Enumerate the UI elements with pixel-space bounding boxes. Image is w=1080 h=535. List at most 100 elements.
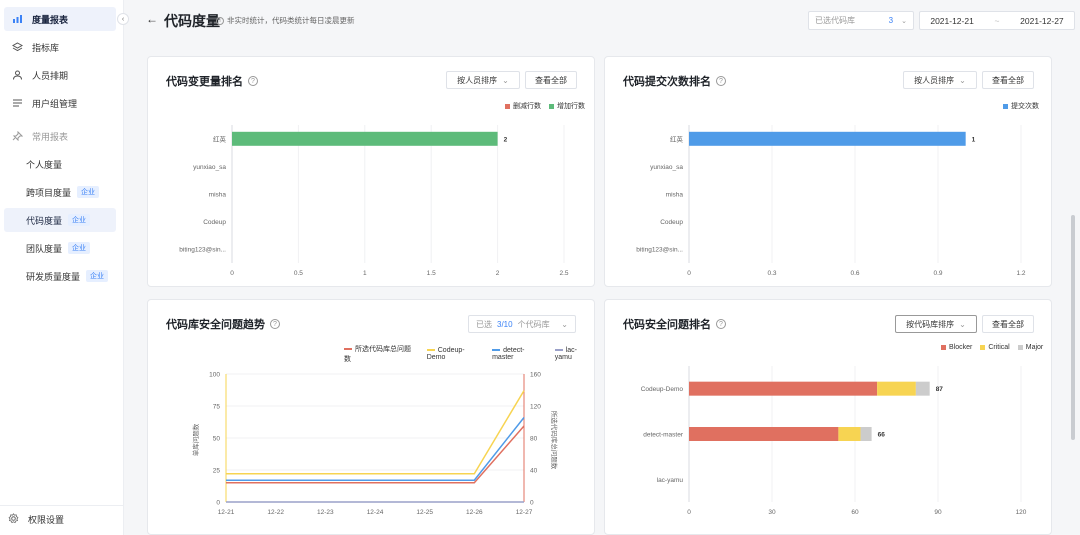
top-bar: ← 代码度量 i 非实时统计，代码类统计每日凌晨更新 已选代码库 3 ⌄ 202… bbox=[124, 0, 1080, 40]
x-tick-label: 0.5 bbox=[294, 270, 303, 277]
x-tick-label: 90 bbox=[934, 509, 942, 516]
sidebar-item-user-group[interactable]: 用户组管理 bbox=[4, 91, 116, 115]
security-ranking-card: 代码安全问题排名 ? 按代码库排序 ⌄ 查看全部 Blocker Critica… bbox=[604, 299, 1052, 535]
bar-Major bbox=[860, 427, 872, 441]
y-category-label: Codeup bbox=[203, 219, 226, 226]
y-category-label: yunxiao_sa bbox=[193, 164, 226, 171]
sidebar-item-metrics-report[interactable]: 度量报表 bbox=[4, 7, 116, 31]
data-label: 87 bbox=[936, 386, 944, 393]
date-end: 2021-12-27 bbox=[1020, 15, 1064, 26]
x-tick-label: 0.6 bbox=[850, 270, 859, 277]
x-tick-label: 12-23 bbox=[317, 509, 334, 516]
sidebar-item-label: 个人度量 bbox=[26, 159, 63, 170]
sidebar-item-label: 度量报表 bbox=[32, 14, 69, 25]
layers-icon bbox=[8, 42, 26, 52]
bar-Blocker bbox=[689, 381, 878, 396]
enterprise-badge: 企业 bbox=[86, 270, 109, 282]
arrow-left-icon[interactable]: ← bbox=[146, 12, 158, 26]
pin-icon bbox=[8, 131, 26, 141]
x-tick-label: 0 bbox=[687, 509, 691, 516]
x-tick-label: 12-25 bbox=[416, 509, 433, 516]
y-category-label: Codeup bbox=[660, 219, 683, 226]
security-trend-card: 代码库安全问题趋势 ? 已选 3/10 个代码库 ⌄ 所选代码库总问题数 Cod… bbox=[147, 299, 595, 535]
sidebar-sub-item-personal[interactable]: 个人度量 bbox=[4, 152, 116, 176]
repo-select-placeholder: 已选代码库 bbox=[815, 16, 855, 25]
sidebar-sub-item-code[interactable]: 代码度量 企业 bbox=[4, 208, 116, 232]
y-left-tick-label: 75 bbox=[213, 404, 221, 411]
section-label: 常用报表 bbox=[32, 131, 69, 142]
info-icon: i bbox=[216, 16, 224, 25]
sidebar-item-label: 代码度量 bbox=[26, 215, 63, 226]
page-note-text: 非实时统计，代码类统计每日凌晨更新 bbox=[227, 16, 355, 25]
x-tick-label: 30 bbox=[768, 509, 776, 516]
bar-Major bbox=[915, 381, 930, 396]
y-category-label: lac-yamu bbox=[657, 477, 684, 484]
sidebar-item-indicator-library[interactable]: 指标库 bbox=[4, 35, 116, 59]
sidebar-section-frequent-reports: 常用报表 bbox=[4, 124, 116, 148]
page-title: 代码度量 bbox=[164, 13, 220, 29]
bar-Blocker bbox=[689, 427, 839, 441]
x-tick-label: 1.2 bbox=[1016, 270, 1025, 277]
scrollbar[interactable] bbox=[1071, 215, 1075, 440]
bar-Critical bbox=[838, 427, 861, 441]
y-left-tick-label: 25 bbox=[213, 468, 221, 475]
chevron-down-icon: ⌄ bbox=[901, 17, 907, 25]
page-note: i 非实时统计，代码类统计每日凌晨更新 bbox=[216, 15, 355, 26]
y-left-tick-label: 100 bbox=[209, 372, 220, 379]
list-icon bbox=[8, 98, 26, 108]
x-tick-label: 12-27 bbox=[516, 509, 533, 516]
sidebar-item-label: 研发质量度量 bbox=[26, 271, 81, 282]
y-right-tick-label: 80 bbox=[530, 436, 538, 443]
main-content: ← 代码度量 i 非实时统计，代码类统计每日凌晨更新 已选代码库 3 ⌄ 202… bbox=[124, 0, 1080, 535]
sidebar: 度量报表 指标库 人员排期 用户组管理 常用报表 个人度量 跨项目度量 企业 代… bbox=[0, 0, 124, 535]
commit-count-ranking-card: 代码提交次数排名 ? 按人员排序 ⌄ 查看全部 提交次数 0 0.3 0.6 0.9 1… bbox=[604, 56, 1052, 287]
series-line-Codeup-Demo bbox=[226, 390, 525, 475]
x-tick-label: 0.3 bbox=[767, 270, 776, 277]
y-left-tick-label: 50 bbox=[213, 436, 221, 443]
y-right-axis-title: 所选代码库总问题数 bbox=[550, 411, 559, 470]
x-tick-label: 12-24 bbox=[367, 509, 384, 516]
sidebar-sub-item-cross-project[interactable]: 跨项目度量 企业 bbox=[4, 180, 116, 204]
data-label: 2 bbox=[504, 136, 508, 143]
sidebar-item-label: 人员排期 bbox=[32, 70, 69, 81]
repo-select[interactable]: 已选代码库 3 ⌄ bbox=[808, 11, 914, 30]
y-category-label: Codeup-Demo bbox=[641, 386, 684, 393]
y-category-label: misha bbox=[209, 192, 227, 199]
y-category-label: biting123@sin... bbox=[179, 247, 226, 254]
gear-icon bbox=[8, 513, 19, 526]
y-category-label: detect-master bbox=[643, 432, 684, 439]
y-left-axis-title: 单库问题数 bbox=[191, 423, 200, 456]
sidebar-item-label: 跨项目度量 bbox=[26, 187, 72, 198]
sidebar-item-staff-schedule[interactable]: 人员排期 bbox=[4, 63, 116, 87]
repo-select-count: 3 bbox=[888, 16, 894, 25]
date-start: 2021-12-21 bbox=[930, 15, 974, 26]
security-trend-chart: 0 25 50 75 100 0 40 80 120 160 12-21 12-22 12-23 12-2… bbox=[191, 372, 559, 517]
code-change-ranking-card: 代码变更量排名 ? 按人员排序 ⌄ 查看全部 删减行数 增加行数 0 0.5 1 1.… bbox=[147, 56, 595, 287]
sidebar-item-label: 指标库 bbox=[32, 42, 60, 53]
y-category-label: 红英 bbox=[670, 134, 684, 143]
data-label: 1 bbox=[972, 136, 976, 143]
settings-label: 权限设置 bbox=[28, 515, 65, 525]
sidebar-sub-item-team[interactable]: 团队度量 企业 bbox=[4, 236, 116, 260]
x-tick-label: 0 bbox=[230, 270, 234, 277]
x-tick-label: 12-21 bbox=[218, 509, 235, 516]
bar-提交次数 bbox=[689, 131, 966, 146]
x-tick-label: 0.9 bbox=[933, 270, 942, 277]
security-ranking-chart: 0 30 60 90 120 Codeup-Demo 87 detect-master 66 la… bbox=[641, 366, 1027, 516]
enterprise-badge: 企业 bbox=[68, 242, 91, 254]
sidebar-sub-item-quality[interactable]: 研发质量度量 企业 bbox=[4, 264, 116, 288]
series-line-detect-master bbox=[226, 417, 525, 481]
chart-bars-icon bbox=[8, 14, 26, 24]
y-category-label: misha bbox=[666, 192, 684, 199]
y-right-tick-label: 120 bbox=[530, 404, 541, 411]
x-tick-label: 60 bbox=[851, 509, 859, 516]
date-range-picker[interactable]: 2021-12-21 ~ 2021-12-27 bbox=[919, 11, 1075, 30]
sidebar-item-label: 团队度量 bbox=[26, 243, 63, 254]
divider bbox=[0, 505, 124, 506]
settings-button[interactable]: 权限设置 bbox=[8, 513, 64, 526]
y-right-tick-label: 160 bbox=[530, 372, 541, 379]
x-tick-label: 1.5 bbox=[427, 270, 436, 277]
data-label: 66 bbox=[878, 432, 886, 439]
y-right-tick-label: 0 bbox=[530, 500, 534, 507]
y-left-tick-label: 0 bbox=[216, 500, 220, 507]
